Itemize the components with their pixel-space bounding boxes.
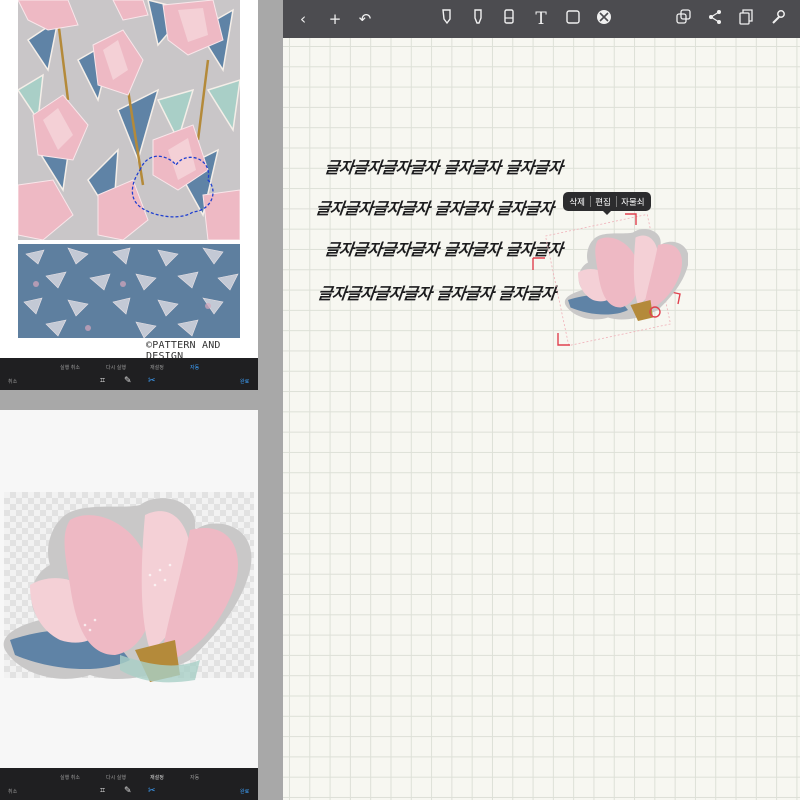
edit-menu-item[interactable]: 편집 <box>595 196 611 208</box>
cancel-button[interactable]: 취소 <box>8 378 17 385</box>
highlighter-icon[interactable] <box>468 9 488 29</box>
layers-icon[interactable] <box>674 9 694 29</box>
lasso-icon[interactable] <box>594 9 614 29</box>
settings-icon[interactable] <box>768 9 788 29</box>
handwriting-line-4: 글자글자글자글자 글자글자 글자글자 <box>316 284 557 303</box>
redo-button[interactable]: 다시 실행 <box>106 774 126 781</box>
cancel-button[interactable]: 취소 <box>8 788 17 795</box>
auto-tab[interactable]: 자동 <box>190 364 199 371</box>
cutout-toolbar: 취소 실행 취소 다시 실행 재설정 자동 ⌗ ✎ ✂ 완료 <box>0 768 258 800</box>
menu-divider <box>615 196 617 207</box>
eraser-icon[interactable] <box>499 9 519 29</box>
lasso-tool-icon[interactable]: ✂ <box>148 786 156 796</box>
grid-page[interactable] <box>283 38 800 800</box>
undo-button[interactable]: 실행 취소 <box>60 774 80 781</box>
text-icon[interactable]: T <box>531 9 551 29</box>
shape-icon[interactable] <box>563 9 583 29</box>
selection-context-menu: 삭제 편집 자물쇠 <box>563 192 651 211</box>
crop-icon[interactable]: ⌗ <box>100 376 105 386</box>
reset-button[interactable]: 재설정 <box>150 774 164 781</box>
lasso-tool-icon[interactable]: ✂ <box>148 376 156 386</box>
pattern-crop-panel: ©PATTERN AND DESIGN 취소 실행 취소 다시 실행 재설정 자… <box>0 0 258 390</box>
handwriting-line-1: 글자글자글자글자 글자글자 글자글자 <box>323 158 564 177</box>
share-icon[interactable] <box>705 9 725 29</box>
crop-toolbar: 취소 실행 취소 다시 실행 재설정 자동 ⌗ ✎ ✂ 완료 <box>0 358 258 390</box>
app-toolbar: ‹ + ↶ T <box>283 0 800 38</box>
reset-button[interactable]: 재설정 <box>150 364 164 371</box>
cutout-preview-panel: 취소 실행 취소 다시 실행 재설정 자동 ⌗ ✎ ✂ 완료 <box>0 410 258 800</box>
context-menu-pointer <box>602 210 612 215</box>
add-icon[interactable]: + <box>325 9 345 29</box>
undo-button[interactable]: 실행 취소 <box>60 364 80 371</box>
redo-button[interactable]: 다시 실행 <box>106 364 126 371</box>
selected-sticker[interactable] <box>528 210 688 350</box>
lock-menu-item[interactable]: 자물쇠 <box>621 196 644 208</box>
pages-icon[interactable] <box>736 9 756 29</box>
auto-tab[interactable]: 자동 <box>190 774 199 781</box>
done-button[interactable]: 완료 <box>240 378 249 385</box>
shell-pattern-image <box>18 244 240 338</box>
magnolia-sticker-large <box>3 498 252 683</box>
pen-icon[interactable] <box>437 9 457 29</box>
screenshot-collage: ©PATTERN AND DESIGN 취소 실행 취소 다시 실행 재설정 자… <box>0 0 800 800</box>
magnolia-pattern-image <box>18 0 240 240</box>
eraser-icon[interactable]: ✎ <box>124 786 132 796</box>
done-button[interactable]: 완료 <box>240 788 249 795</box>
eraser-icon[interactable]: ✎ <box>124 376 132 386</box>
back-icon[interactable]: ‹ <box>293 9 313 29</box>
delete-menu-item[interactable]: 삭제 <box>569 196 585 208</box>
menu-divider <box>589 196 591 207</box>
undo-icon[interactable]: ↶ <box>355 9 375 29</box>
note-app-window: ‹ + ↶ T 글자글자글자글자 글자글자 글자글자 글자글자글자글자 글자글자… <box>283 0 800 800</box>
crop-icon[interactable]: ⌗ <box>100 786 105 796</box>
handwriting-line-2: 글자글자글자글자 글자글자 글자글자 <box>314 199 555 218</box>
